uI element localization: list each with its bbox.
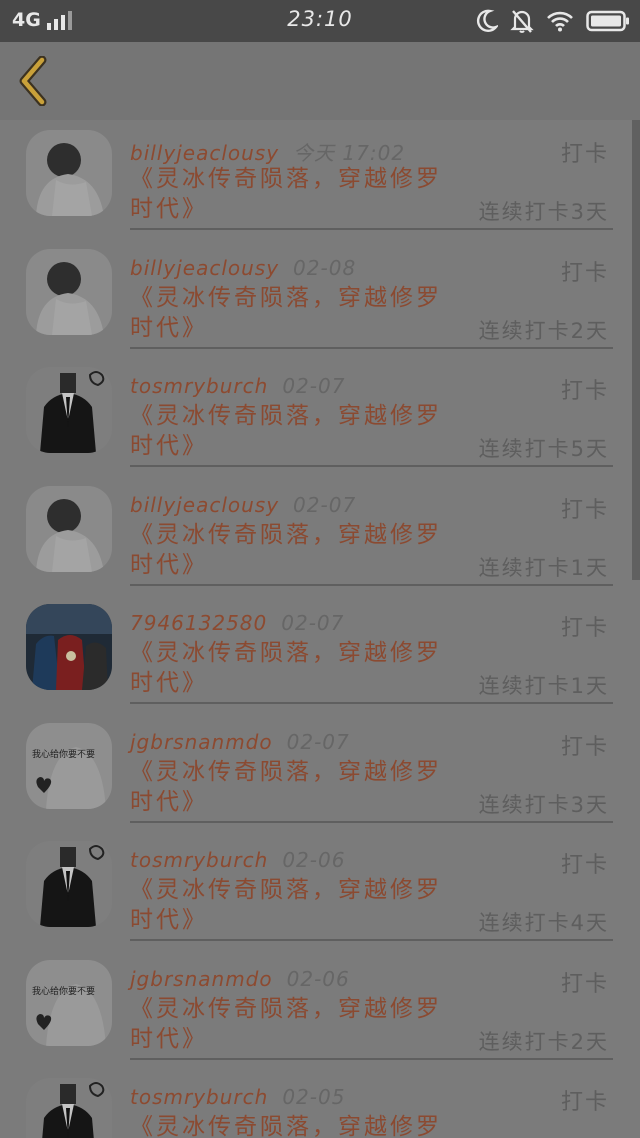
book-title[interactable]: 《灵冰传奇陨落，穿越修罗时代》 xyxy=(130,520,460,580)
header xyxy=(0,42,640,120)
checkin-label: 打卡 xyxy=(560,379,609,404)
list-item-content: billyjeaclousy 02-08 《灵冰传奇陨落，穿越修罗时代》 打卡 连… xyxy=(130,239,613,349)
avatar-8[interactable] xyxy=(26,1078,112,1138)
date: 02-07 xyxy=(281,611,345,635)
username[interactable]: billyjeaclousy xyxy=(130,256,279,280)
list-item-meta: tosmryburch 02-05 xyxy=(130,1085,345,1109)
list-item-meta: billyjeaclousy 02-07 xyxy=(130,493,356,517)
username[interactable]: tosmryburch xyxy=(130,374,268,398)
book-title[interactable]: 《灵冰传奇陨落，穿越修罗时代》 xyxy=(130,757,460,817)
avatar-2[interactable] xyxy=(26,367,112,453)
streak-text: 连续打卡4天 xyxy=(478,911,609,935)
streak-text: 连续打卡1天 xyxy=(478,674,609,698)
book-title[interactable]: 《灵冰传奇陨落，穿越修罗时代》 xyxy=(130,1112,460,1138)
back-button[interactable] xyxy=(14,55,54,107)
username[interactable]: tosmryburch xyxy=(130,1085,268,1109)
list-item[interactable]: 我心给你要不要 jgbrsnanmdo 02-07 《灵冰传奇陨落，穿越修罗时代》… xyxy=(0,713,640,832)
list-item[interactable]: tosmryburch 02-05 《灵冰传奇陨落，穿越修罗时代》 打卡 xyxy=(0,1068,640,1138)
book-title[interactable]: 《灵冰传奇陨落，穿越修罗时代》 xyxy=(130,638,460,698)
username[interactable]: 7946132580 xyxy=(130,611,267,635)
battery-icon xyxy=(586,10,629,32)
avatar-0[interactable] xyxy=(26,130,112,216)
moon-icon xyxy=(476,9,498,32)
checkin-label: 打卡 xyxy=(560,971,609,997)
streak-text: 连续打卡3天 xyxy=(478,200,609,224)
svg-text:我心给你要不要: 我心给你要不要 xyxy=(32,985,95,997)
username[interactable]: billyjeaclousy xyxy=(130,141,279,165)
list-item-meta: billyjeaclousy 今天 17:02 xyxy=(130,137,405,166)
list-item-meta: jgbrsnanmdo 02-06 xyxy=(130,967,350,991)
username[interactable]: jgbrsnanmdo xyxy=(130,967,273,991)
checkin-list[interactable]: billyjeaclousy 今天 17:02 《灵冰传奇陨落，穿越修罗时代》 打… xyxy=(0,120,640,1138)
streak-text: 连续打卡2天 xyxy=(478,1029,609,1054)
streak-text: 连续打卡5天 xyxy=(478,437,609,461)
list-item-content: tosmryburch 02-05 《灵冰传奇陨落，穿越修罗时代》 打卡 xyxy=(130,1068,613,1138)
date: 02-07 xyxy=(286,729,350,754)
checkin-label: 打卡 xyxy=(560,853,609,878)
list-item[interactable]: tosmryburch 02-06 《灵冰传奇陨落，穿越修罗时代》 打卡 连续打卡… xyxy=(0,831,640,950)
book-title[interactable]: 《灵冰传奇陨落，穿越修罗时代》 xyxy=(130,164,460,224)
book-title[interactable]: 《灵冰传奇陨落，穿越修罗时代》 xyxy=(130,283,460,343)
mute-bell-icon xyxy=(510,10,534,33)
list-item[interactable]: tosmryburch 02-07 《灵冰传奇陨落，穿越修罗时代》 打卡 连续打卡… xyxy=(0,357,640,476)
list-item-meta: 7946132580 02-07 xyxy=(130,611,344,635)
avatar-3[interactable] xyxy=(26,485,112,572)
checkin-label: 打卡 xyxy=(560,734,609,760)
list-item-meta: billyjeaclousy 02-08 xyxy=(130,256,356,280)
username[interactable]: tosmryburch xyxy=(130,848,268,872)
avatar-5[interactable]: 我心给你要不要 xyxy=(26,722,112,809)
list-item-content: billyjeaclousy 今天 17:02 《灵冰传奇陨落，穿越修罗时代》 打… xyxy=(130,120,613,230)
svg-text:我心给你要不要: 我心给你要不要 xyxy=(32,748,95,760)
list-item[interactable]: billyjeaclousy 今天 17:02 《灵冰传奇陨落，穿越修罗时代》 打… xyxy=(0,120,640,239)
avatar-1[interactable] xyxy=(26,248,112,335)
checkin-label: 打卡 xyxy=(560,142,609,167)
list-item-content: jgbrsnanmdo 02-06 《灵冰传奇陨落，穿越修罗时代》 打卡 连续打卡… xyxy=(130,950,613,1060)
avatar-4[interactable] xyxy=(26,604,112,690)
list-item-content: billyjeaclousy 02-07 《灵冰传奇陨落，穿越修罗时代》 打卡 连… xyxy=(130,476,613,586)
date: 02-07 xyxy=(282,374,346,398)
date: 02-06 xyxy=(282,848,346,872)
list-item[interactable]: billyjeaclousy 02-08 《灵冰传奇陨落，穿越修罗时代》 打卡 连… xyxy=(0,239,640,358)
scrollbar[interactable] xyxy=(632,120,640,580)
date: 今天 17:02 xyxy=(293,141,406,165)
status-bar: 4G 23:10 xyxy=(0,0,640,42)
date: 02-05 xyxy=(282,1085,346,1109)
avatar-6[interactable] xyxy=(26,841,112,927)
streak-text: 连续打卡3天 xyxy=(478,792,609,817)
date: 02-08 xyxy=(293,255,357,280)
date: 02-06 xyxy=(286,966,350,991)
checkin-label: 打卡 xyxy=(560,497,609,523)
book-title[interactable]: 《灵冰传奇陨落，穿越修罗时代》 xyxy=(130,401,460,461)
avatar-7[interactable]: 我心给你要不要 xyxy=(26,959,112,1046)
list-item[interactable]: 7946132580 02-07 《灵冰传奇陨落，穿越修罗时代》 打卡 连续打卡1… xyxy=(0,594,640,713)
list-item[interactable]: billyjeaclousy 02-07 《灵冰传奇陨落，穿越修罗时代》 打卡 连… xyxy=(0,476,640,595)
list-item-meta: tosmryburch 02-07 xyxy=(130,374,345,398)
username[interactable]: jgbrsnanmdo xyxy=(130,730,273,754)
checkin-label: 打卡 xyxy=(560,1090,609,1115)
checkin-label: 打卡 xyxy=(560,616,609,641)
list-item-content: tosmryburch 02-07 《灵冰传奇陨落，穿越修罗时代》 打卡 连续打卡… xyxy=(130,357,613,467)
list-item[interactable]: 我心给你要不要 jgbrsnanmdo 02-06 《灵冰传奇陨落，穿越修罗时代》… xyxy=(0,950,640,1069)
streak-text: 连续打卡1天 xyxy=(478,555,609,580)
list-item-meta: jgbrsnanmdo 02-07 xyxy=(130,730,350,754)
streak-text: 连续打卡2天 xyxy=(478,318,609,343)
date: 02-07 xyxy=(293,492,357,517)
list-item-content: 7946132580 02-07 《灵冰传奇陨落，穿越修罗时代》 打卡 连续打卡1… xyxy=(130,594,613,704)
username[interactable]: billyjeaclousy xyxy=(130,493,279,517)
book-title[interactable]: 《灵冰传奇陨落，穿越修罗时代》 xyxy=(130,875,460,935)
wifi-icon xyxy=(547,11,573,32)
list-item-meta: tosmryburch 02-06 xyxy=(130,848,345,872)
checkin-label: 打卡 xyxy=(560,260,609,286)
chevron-left-icon xyxy=(19,55,47,107)
list-item-content: tosmryburch 02-06 《灵冰传奇陨落，穿越修罗时代》 打卡 连续打卡… xyxy=(130,831,613,941)
list-item-content: jgbrsnanmdo 02-07 《灵冰传奇陨落，穿越修罗时代》 打卡 连续打卡… xyxy=(130,713,613,823)
book-title[interactable]: 《灵冰传奇陨落，穿越修罗时代》 xyxy=(130,994,460,1054)
